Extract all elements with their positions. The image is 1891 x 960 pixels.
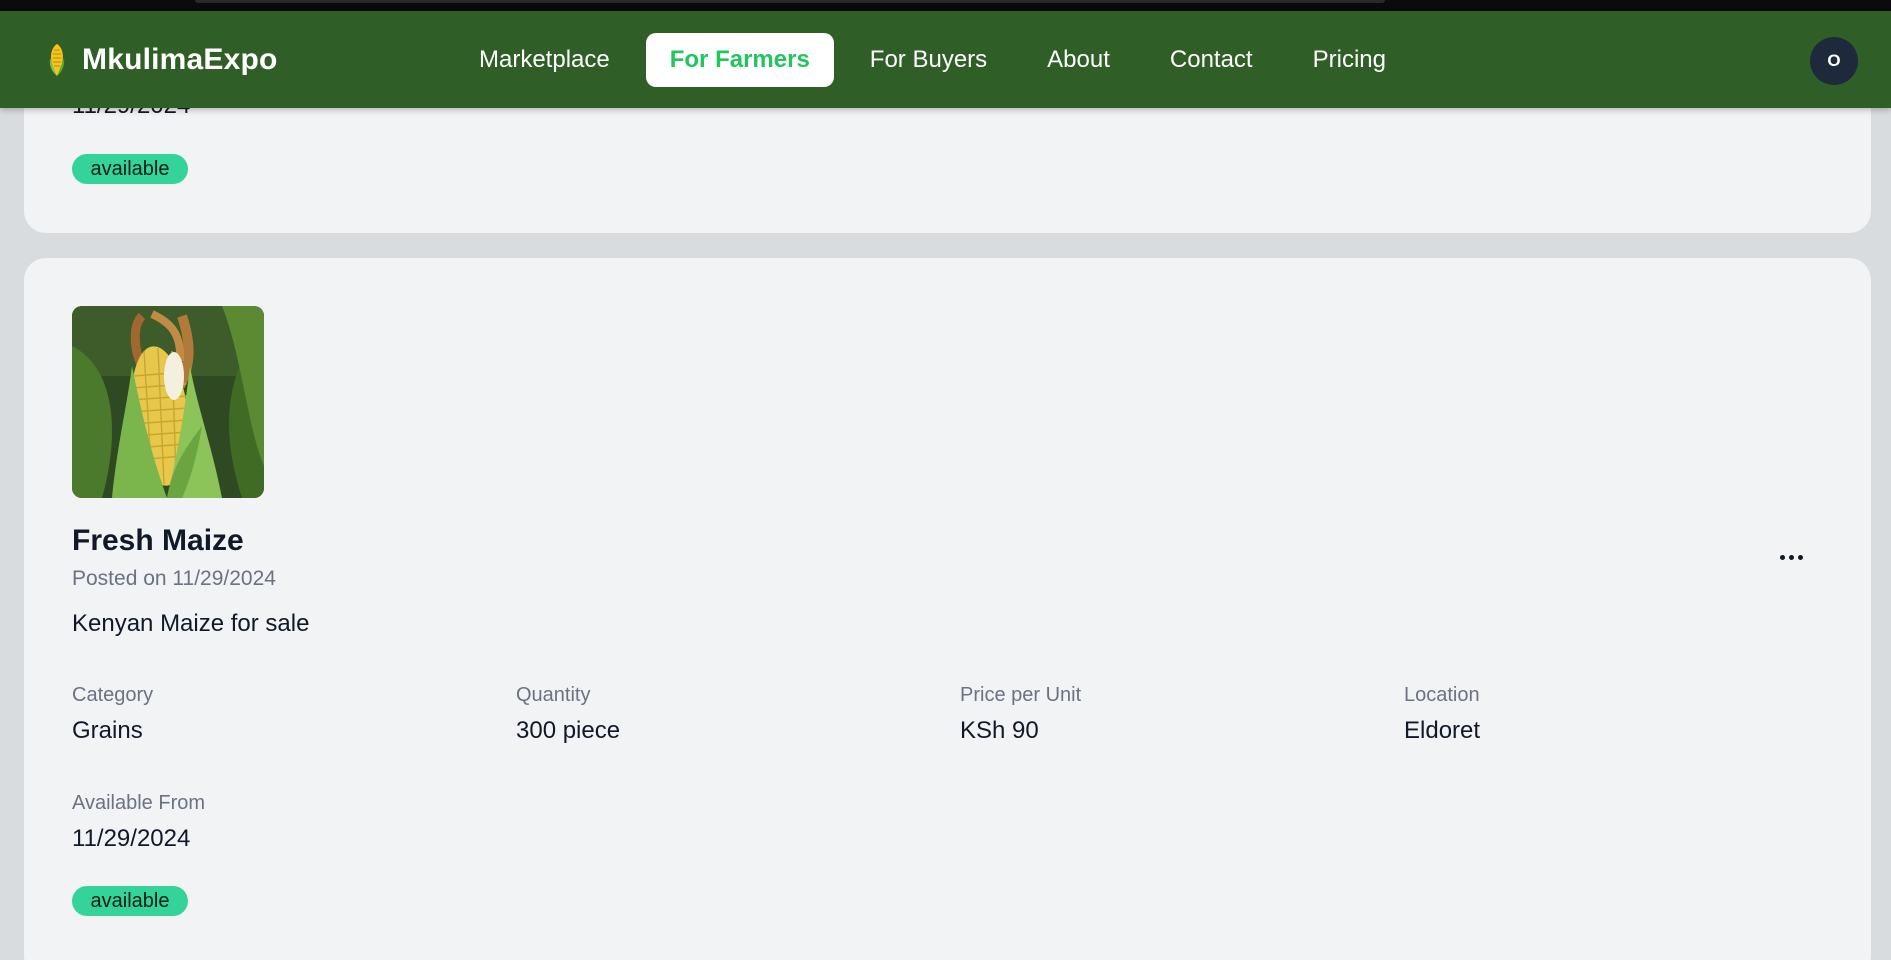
corn-icon: [49, 43, 65, 76]
brand-logo[interactable]: MkulimaExpo: [44, 11, 278, 108]
available-from-label: Available From: [72, 792, 206, 814]
user-avatar[interactable]: O: [1810, 37, 1858, 85]
category-value: Grains: [72, 717, 143, 744]
nav-link-pricing[interactable]: Pricing: [1289, 33, 1410, 87]
top-strip-bar: [195, 0, 1385, 3]
category-label: Category: [72, 684, 154, 706]
status-badge: available: [72, 886, 188, 916]
price-value: KSh 90: [960, 717, 1039, 744]
location-value: Eldoret: [1404, 717, 1481, 744]
nav-link-for-farmers[interactable]: For Farmers: [645, 32, 834, 87]
browser-top-strip: [0, 0, 1891, 11]
category-field: Category Grains: [72, 684, 153, 745]
price-field: Price per Unit KSh 90: [960, 684, 1081, 745]
main-nav: Marketplace For Farmers For Buyers About…: [455, 11, 1410, 108]
posted-date: Posted on 11/29/2024: [72, 567, 276, 590]
quantity-label: Quantity: [516, 684, 591, 706]
quantity-field: Quantity 300 piece: [516, 684, 620, 745]
available-from-field: Available From 11/29/2024: [72, 792, 205, 853]
nav-link-for-buyers[interactable]: For Buyers: [846, 33, 1011, 87]
more-horizontal-icon[interactable]: [1770, 542, 1812, 572]
price-label: Price per Unit: [960, 684, 1082, 706]
quantity-value: 300 piece: [516, 717, 621, 744]
status-badge: available: [72, 154, 188, 184]
location-field: Location Eldoret: [1404, 684, 1480, 745]
available-from-value: 11/29/2024: [72, 825, 191, 852]
top-navbar: MkulimaExpo Marketplace For Farmers For …: [0, 11, 1891, 108]
listing-title: Fresh Maize: [72, 524, 244, 557]
nav-link-about[interactable]: About: [1023, 33, 1134, 87]
listing-card: Fresh Maize Posted on 11/29/2024 Kenyan …: [24, 258, 1871, 960]
maize-cob-image: [72, 306, 264, 498]
location-label: Location: [1404, 684, 1480, 706]
listing-description: Kenyan Maize for sale: [72, 610, 310, 637]
brand-name: MkulimaExpo: [82, 42, 278, 76]
nav-link-marketplace[interactable]: Marketplace: [455, 33, 634, 87]
nav-link-contact[interactable]: Contact: [1146, 33, 1277, 87]
